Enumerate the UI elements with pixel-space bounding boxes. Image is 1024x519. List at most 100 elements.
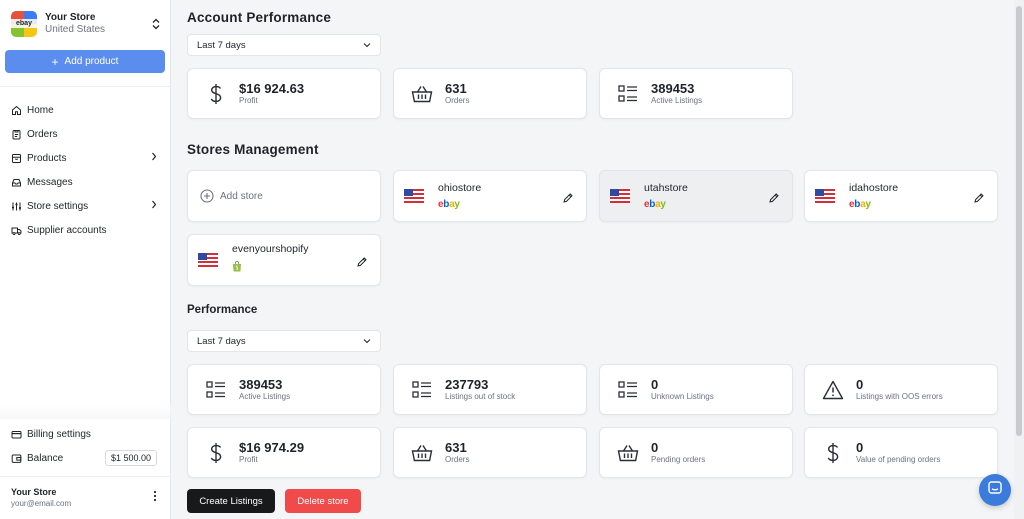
sidebar-item-label: Products: [27, 152, 67, 164]
stat-value: 389453: [651, 80, 695, 96]
sidebar-item-billing-settings[interactable]: Billing settings: [0, 422, 171, 446]
dollar-icon: [822, 442, 844, 464]
store-name: evenyourshopify: [232, 243, 309, 255]
add-product-button[interactable]: + Add product: [5, 50, 165, 73]
stat-label: Profit: [239, 95, 258, 105]
stat-value: 0: [856, 439, 864, 455]
list-icon: [205, 379, 227, 401]
warning-icon: [822, 379, 844, 401]
add-product-label: Add product: [64, 56, 119, 67]
store-card-ohiostore[interactable]: ohiostore ebay: [393, 170, 587, 222]
chevron-up-down-icon[interactable]: [151, 17, 161, 31]
stat-card-profit: $16 974.29 Profit: [187, 427, 381, 478]
us-flag-icon: [815, 189, 835, 203]
stat-label: Pending orders: [651, 454, 706, 464]
stat-card-profit: $16 924.63 Profit: [187, 68, 381, 119]
sidebar-fade: [0, 405, 171, 419]
chevron-down-icon: [363, 336, 371, 347]
stat-card-active-listings: 389453 Active Listings: [599, 68, 793, 119]
store-card-evenyourshopify[interactable]: evenyourshopify: [187, 234, 381, 286]
pencil-icon[interactable]: [562, 191, 574, 203]
dollar-icon: [205, 83, 227, 105]
create-listings-button[interactable]: Create Listings: [187, 489, 275, 513]
stat-card-pending-orders: 0 Pending orders: [599, 427, 793, 478]
stat-label: Value of pending orders: [856, 454, 941, 464]
scrollbar-thumb[interactable]: [1016, 6, 1022, 436]
stat-value: 631: [445, 439, 467, 455]
basket-icon: [617, 442, 639, 464]
add-store-label: Add store: [220, 190, 263, 202]
performance-period-select[interactable]: Last 7 days: [187, 330, 381, 352]
store-card-idahostore[interactable]: idahostore ebay: [804, 170, 998, 222]
billing-settings-label: Billing settings: [27, 428, 91, 440]
page-scrollbar[interactable]: [1014, 0, 1024, 519]
sidebar-item-label: Orders: [27, 128, 58, 140]
performance-title: Performance: [187, 304, 258, 316]
sidebar: ebay Your Store United States + Add prod…: [0, 0, 171, 519]
store-logo: ebay: [11, 11, 37, 37]
sidebar-item-home[interactable]: Home: [0, 98, 171, 122]
shopify-bag-icon: [233, 261, 241, 272]
account-period-value: Last 7 days: [197, 39, 246, 51]
clipboard-icon: [11, 129, 22, 140]
ebay-logo: ebay: [644, 199, 666, 210]
stat-value: $16 974.29: [239, 439, 305, 455]
stat-value: 0: [651, 439, 659, 455]
store-card-utahstore[interactable]: utahstore ebay: [599, 170, 793, 222]
store-country: United States: [45, 24, 106, 35]
chat-widget-button[interactable]: [979, 474, 1011, 506]
stat-card-orders: 631 Orders: [393, 68, 587, 119]
stat-value: 0: [651, 376, 659, 392]
account-period-select[interactable]: Last 7 days: [187, 34, 381, 56]
stores-management-title: Stores Management: [187, 142, 319, 157]
sidebar-item-balance[interactable]: Balance $1 500.00: [0, 446, 171, 470]
stat-card-pending-orders-value: 0 Value of pending orders: [804, 427, 998, 478]
plus-icon: +: [51, 54, 59, 69]
pencil-icon[interactable]: [768, 191, 780, 203]
stat-label: Active Listings: [651, 95, 703, 105]
chevron-right-icon: [151, 152, 157, 164]
more-vertical-icon[interactable]: [153, 490, 157, 503]
truck-icon: [11, 225, 22, 236]
add-store-button[interactable]: Add store: [187, 170, 381, 222]
stat-label: Unknown Listings: [651, 391, 714, 401]
stat-card-unknown-listings: 0 Unknown Listings: [599, 364, 793, 415]
us-flag-icon: [610, 189, 630, 203]
us-flag-icon: [404, 189, 424, 203]
sidebar-item-label: Messages: [27, 176, 73, 188]
sidebar-item-orders[interactable]: Orders: [0, 122, 171, 146]
account-performance-title: Account Performance: [187, 10, 332, 25]
pencil-icon[interactable]: [973, 191, 985, 203]
list-icon: [617, 83, 639, 105]
store-name: Your Store: [45, 12, 96, 23]
home-icon: [11, 105, 22, 116]
list-icon: [617, 379, 639, 401]
delete-store-button[interactable]: Delete store: [285, 489, 361, 513]
stat-label: Listings out of stock: [445, 391, 516, 401]
stat-value: 631: [445, 80, 467, 96]
basket-icon: [411, 83, 433, 105]
stat-card-oos-errors: 0 Listings with OOS errors: [804, 364, 998, 415]
sliders-icon: [11, 201, 22, 212]
sidebar-item-messages[interactable]: Messages: [0, 170, 171, 194]
sidebar-item-store-settings[interactable]: Store settings: [0, 194, 171, 218]
stat-value: 237793: [445, 376, 489, 392]
store-logo-text: ebay: [11, 19, 37, 28]
chat-icon: [987, 480, 1003, 501]
stat-card-orders: 631 Orders: [393, 427, 587, 478]
stat-card-active-listings: 389453 Active Listings: [187, 364, 381, 415]
balance-label: Balance: [27, 452, 64, 464]
sidebar-item-products[interactable]: Products: [0, 146, 171, 170]
sidebar-nav: Home Orders Products Messages Store sett…: [0, 98, 171, 242]
user-profile[interactable]: Your Store your@email.com: [11, 487, 161, 509]
stat-label: Listings with OOS errors: [856, 391, 943, 401]
stat-label: Profit: [239, 454, 258, 464]
stat-value: 0: [856, 376, 864, 392]
stat-card-listings-out-of-stock: 237793 Listings out of stock: [393, 364, 587, 415]
store-switcher[interactable]: ebay Your Store United States: [11, 10, 161, 38]
us-flag-icon: [198, 253, 218, 267]
plus-circle-icon: [200, 189, 214, 203]
sidebar-item-supplier-accounts[interactable]: Supplier accounts: [0, 218, 171, 242]
pencil-icon[interactable]: [356, 255, 368, 267]
user-name: Your Store: [11, 487, 57, 497]
